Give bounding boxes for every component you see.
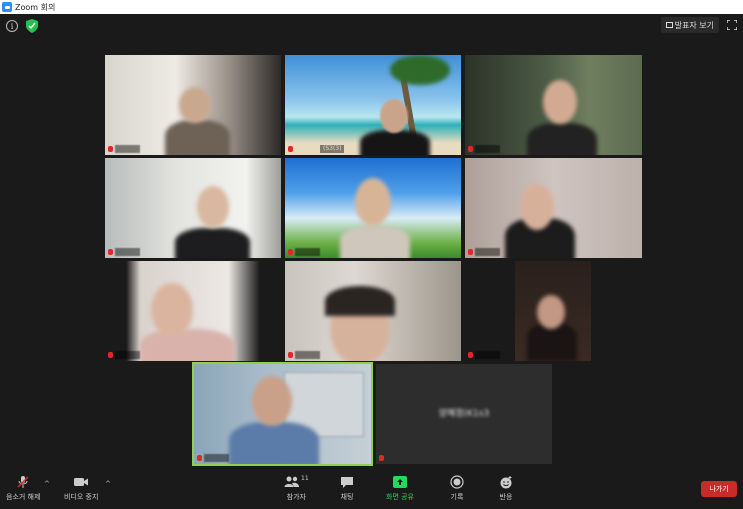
video-tile[interactable] bbox=[105, 158, 281, 258]
participants-count: 11 bbox=[301, 475, 309, 482]
speaker-view-label: 발표자 보기 bbox=[674, 20, 714, 30]
info-icon[interactable]: i bbox=[6, 20, 18, 32]
share-screen-label: 화면 공유 bbox=[386, 493, 414, 501]
mic-muted-icon bbox=[468, 146, 473, 152]
video-tile[interactable] bbox=[465, 158, 642, 258]
meeting-toolbar: 음소거 해제 ^ 비디오 중지 ^ 11 참가자 채팅 화면 공유 기록 반응 … bbox=[0, 472, 743, 509]
video-tile-off[interactable]: 양혜정(K1s3 bbox=[376, 364, 552, 464]
mic-muted-icon bbox=[108, 352, 113, 358]
reactions-button[interactable]: 반응 bbox=[499, 475, 513, 502]
meeting-top-bar: i 발표자 보기 bbox=[0, 14, 743, 40]
participant-name bbox=[475, 351, 501, 359]
unmute-label: 음소거 해제 bbox=[6, 493, 41, 501]
participants-button[interactable]: 11 참가자 bbox=[284, 475, 309, 502]
title-bar: Zoom 회의 bbox=[0, 0, 743, 14]
chat-button[interactable]: 채팅 bbox=[340, 475, 354, 502]
window-title: Zoom 회의 bbox=[15, 2, 56, 12]
video-tile[interactable] bbox=[285, 261, 461, 361]
speaker-view-icon bbox=[665, 22, 673, 28]
stop-video-button[interactable]: 비디오 중지 bbox=[64, 475, 98, 502]
participant-name bbox=[204, 454, 230, 462]
share-screen-icon bbox=[393, 476, 407, 488]
mic-muted-icon bbox=[288, 249, 293, 255]
shield-icon[interactable] bbox=[26, 19, 38, 33]
participant-name bbox=[475, 145, 501, 153]
record-icon bbox=[450, 475, 464, 489]
leave-meeting-button[interactable]: 나가기 bbox=[701, 481, 737, 497]
reactions-label: 반응 bbox=[499, 493, 513, 501]
video-tile[interactable] bbox=[105, 261, 281, 361]
zoom-logo-icon bbox=[2, 2, 12, 12]
video-tile[interactable] bbox=[465, 261, 642, 361]
participants-label: 참가자 bbox=[286, 493, 306, 501]
mic-muted-icon bbox=[288, 146, 293, 152]
video-tile[interactable] bbox=[105, 55, 281, 155]
record-label: 기록 bbox=[450, 493, 464, 501]
mic-muted-icon bbox=[108, 249, 113, 255]
participant-name bbox=[115, 351, 141, 359]
mic-muted-icon bbox=[108, 146, 113, 152]
mic-muted-icon bbox=[197, 455, 202, 461]
active-speaker-tile[interactable] bbox=[192, 362, 373, 466]
unmute-button[interactable]: 음소거 해제 bbox=[6, 475, 40, 502]
stop-video-label: 비디오 중지 bbox=[64, 493, 99, 501]
mic-muted-icon bbox=[468, 249, 473, 255]
audio-options-chevron-icon[interactable]: ^ bbox=[44, 480, 50, 488]
video-tile[interactable]: (S3(3) bbox=[285, 55, 461, 155]
video-camera-icon bbox=[74, 478, 89, 486]
mic-muted-icon bbox=[468, 352, 473, 358]
participant-name bbox=[295, 248, 321, 256]
participant-display-name: 양혜정(K1s3 bbox=[438, 409, 490, 419]
emoji-reaction-icon bbox=[500, 476, 512, 489]
participant-name bbox=[475, 248, 501, 256]
mic-muted-icon bbox=[379, 455, 384, 461]
mic-muted-icon bbox=[288, 352, 293, 358]
participant-name bbox=[115, 248, 141, 256]
video-tile[interactable] bbox=[285, 158, 461, 258]
fullscreen-icon[interactable] bbox=[727, 20, 737, 30]
share-screen-button[interactable]: 화면 공유 bbox=[386, 475, 414, 502]
participant-name bbox=[115, 145, 141, 153]
participant-name bbox=[295, 351, 321, 359]
participant-name: (S3(3) bbox=[320, 145, 345, 153]
mic-muted-icon bbox=[17, 476, 29, 488]
record-button[interactable]: 기록 bbox=[450, 475, 464, 502]
chat-bubble-icon bbox=[341, 477, 353, 488]
video-tile[interactable] bbox=[465, 55, 642, 155]
video-options-chevron-icon[interactable]: ^ bbox=[105, 480, 111, 488]
speaker-view-button[interactable]: 발표자 보기 bbox=[660, 17, 719, 33]
participants-icon bbox=[284, 476, 299, 487]
chat-label: 채팅 bbox=[340, 493, 354, 501]
